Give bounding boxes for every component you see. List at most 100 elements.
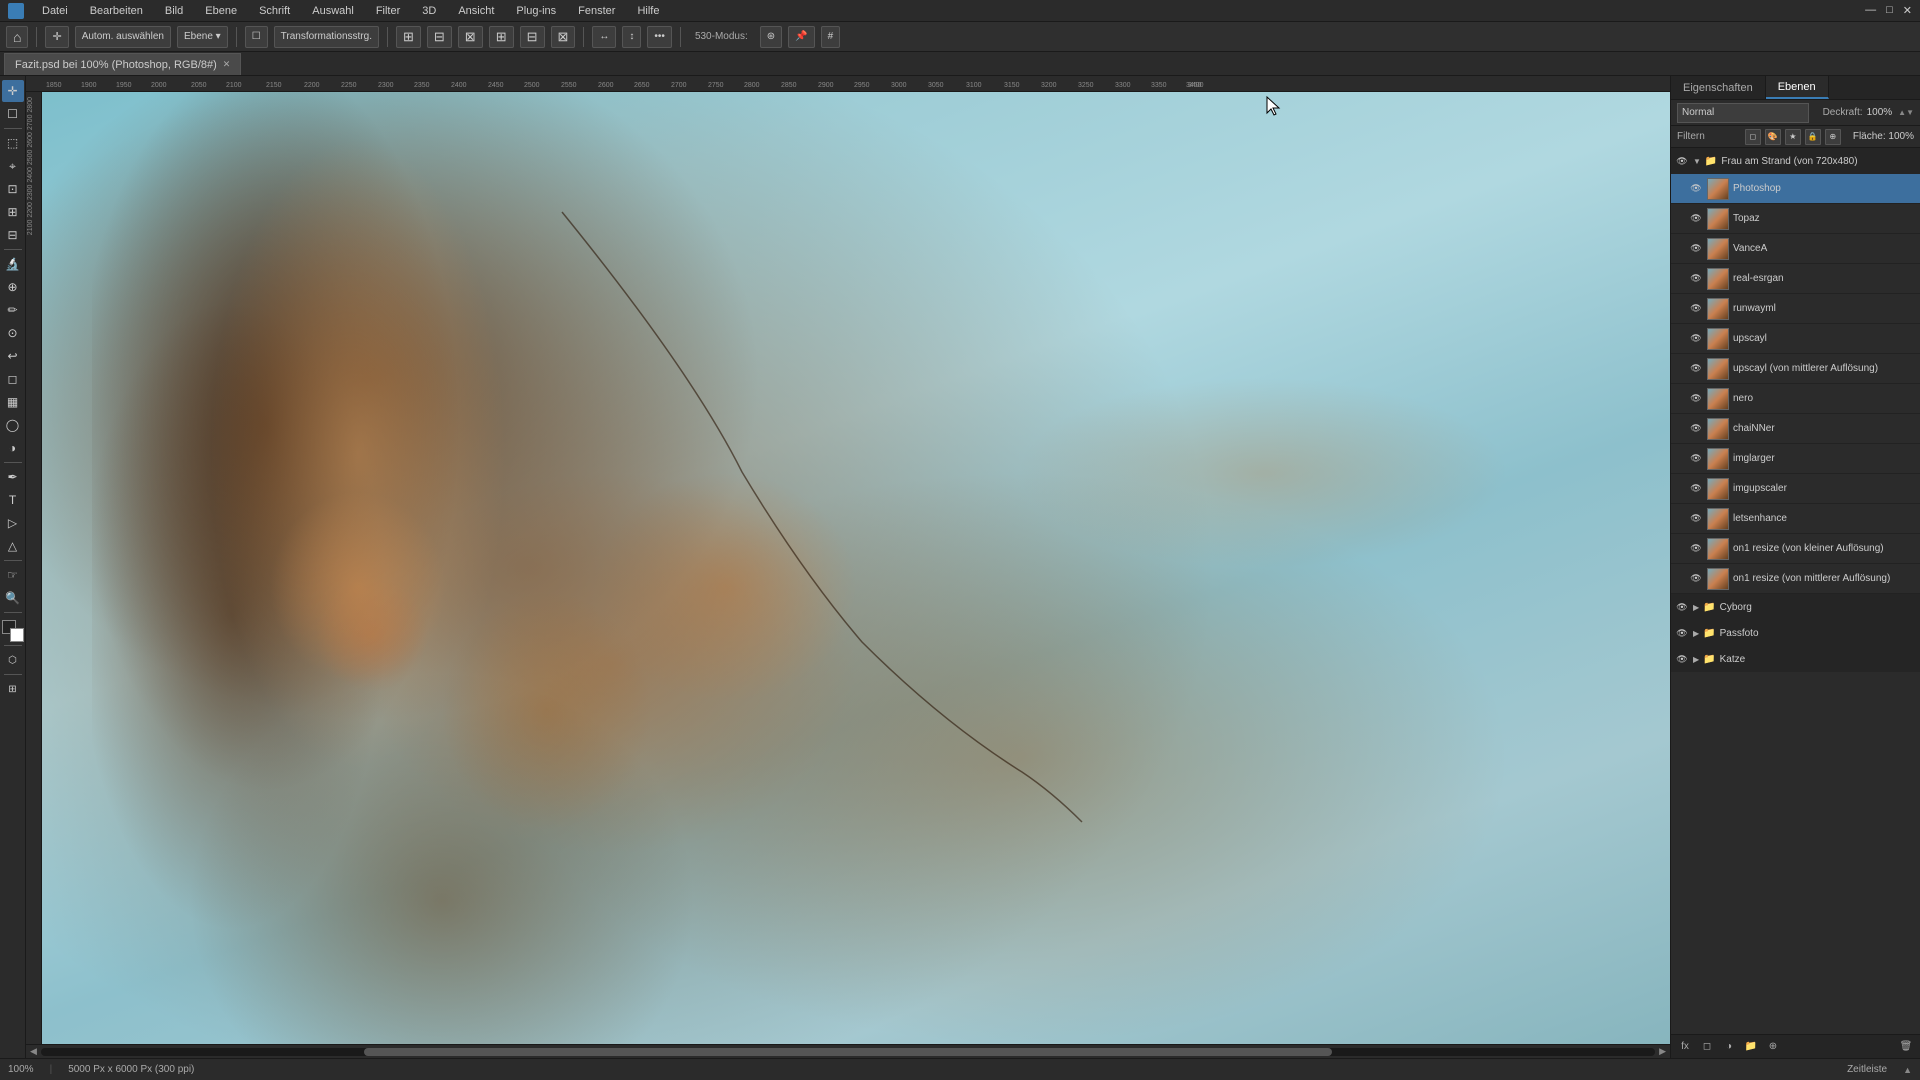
align-top-btn[interactable]: ⊞	[489, 26, 514, 48]
hand-tool[interactable]: ☞	[2, 564, 24, 586]
layer-delete-btn[interactable]: 🗑	[1896, 1038, 1916, 1056]
history-brush-tool[interactable]: ↩	[2, 345, 24, 367]
shape-tool[interactable]: △	[2, 535, 24, 557]
menu-datei[interactable]: Datei	[38, 3, 72, 19]
dodge-tool[interactable]: ◑	[2, 437, 24, 459]
zoom-tool[interactable]: 🔍	[2, 587, 24, 609]
crop-tool[interactable]: ⊞	[2, 201, 24, 223]
layer-vis-passfoto[interactable]: 👁	[1675, 626, 1689, 640]
menu-bild[interactable]: Bild	[161, 3, 187, 19]
group-frau-am-strand[interactable]: 👁 ▼ 📁 Frau am Strand (von 720x480)	[1671, 148, 1920, 174]
layer-vis-topaz[interactable]: 👁	[1689, 212, 1703, 226]
auto-select-btn[interactable]: Autom. auswählen	[75, 26, 171, 48]
layer-real-esrgan[interactable]: 👁 real-esrgan	[1671, 264, 1920, 294]
layer-chainNer[interactable]: 👁 chaiNNer	[1671, 414, 1920, 444]
distribute-horiz-btn[interactable]: ↔	[592, 26, 616, 48]
layer-nero[interactable]: 👁 nero	[1671, 384, 1920, 414]
path-select-tool[interactable]: ▷	[2, 512, 24, 534]
home-button[interactable]: ⌂	[6, 26, 28, 48]
timeline-label[interactable]: Zeitleiste	[1847, 1064, 1887, 1075]
menu-plugins[interactable]: Plug-ins	[512, 3, 560, 19]
blend-mode-select[interactable]: Normal	[1677, 103, 1809, 123]
brush-tool[interactable]: ✏	[2, 299, 24, 321]
blur-tool[interactable]: ◯	[2, 414, 24, 436]
group-cyborg[interactable]: 👁 ▶ 📁 Cyborg	[1671, 594, 1920, 620]
maximize-button[interactable]: □	[1882, 2, 1897, 19]
group-arrow-katze[interactable]: ▶	[1693, 655, 1699, 664]
menu-3d[interactable]: 3D	[418, 3, 440, 19]
layer-vis-imgupscaler[interactable]: 👁	[1689, 482, 1703, 496]
layer-runwayml[interactable]: 👁 runwayml	[1671, 294, 1920, 324]
quick-mask-tool[interactable]: ⬡	[2, 649, 24, 671]
document-tab[interactable]: Fazit.psd bei 100% (Photoshop, RGB/8#) ✕	[4, 53, 241, 75]
align-left-btn[interactable]: ⊞	[396, 26, 421, 48]
layer-mask-btn[interactable]: ◻	[1697, 1038, 1717, 1056]
warp-icon[interactable]: ⊛	[760, 26, 782, 48]
pin-icon[interactable]: 📌	[788, 26, 814, 48]
layer-vis-photoshop[interactable]: 👁	[1689, 182, 1703, 196]
canvas-scroll[interactable]	[42, 92, 1670, 1044]
frame-tool[interactable]: ⊟	[2, 224, 24, 246]
filter-effect-btn[interactable]: 🎨	[1765, 129, 1781, 145]
layer-letsenhance[interactable]: 👁 letsenhance	[1671, 504, 1920, 534]
scroll-left-arrow[interactable]: ◀	[30, 1046, 37, 1057]
h-scroll-thumb[interactable]	[364, 1048, 1332, 1056]
layers-list[interactable]: 👁 ▼ 📁 Frau am Strand (von 720x480) 👁 Pho…	[1671, 148, 1920, 1034]
layer-upscayl[interactable]: 👁 upscayl	[1671, 324, 1920, 354]
layer-upscayl-mittlerer[interactable]: 👁 upscayl (von mittlerer Auflösung)	[1671, 354, 1920, 384]
background-color[interactable]	[10, 628, 24, 642]
layer-topaz[interactable]: 👁 Topaz	[1671, 204, 1920, 234]
object-select-tool[interactable]: ⊡	[2, 178, 24, 200]
menu-bearbeiten[interactable]: Bearbeiten	[86, 3, 147, 19]
layer-vis-katze[interactable]: 👁	[1675, 652, 1689, 666]
transform-btn[interactable]: ☐	[245, 26, 268, 48]
text-tool[interactable]: T	[2, 489, 24, 511]
layer-vis-upscayl[interactable]: 👁	[1689, 332, 1703, 346]
pen-tool[interactable]: ✒	[2, 466, 24, 488]
minimize-button[interactable]: —	[1861, 2, 1880, 19]
align-right-btn[interactable]: ⊠	[458, 26, 483, 48]
lasso-tool[interactable]: ⌖	[2, 155, 24, 177]
menu-fenster[interactable]: Fenster	[574, 3, 619, 19]
menu-ebene[interactable]: Ebene	[201, 3, 241, 19]
align-center-btn[interactable]: ⊟	[427, 26, 452, 48]
layer-dropdown-btn[interactable]: Ebene ▾	[177, 26, 228, 48]
gradient-tool[interactable]: ▦	[2, 391, 24, 413]
artboard-tool[interactable]: ☐	[2, 103, 24, 125]
layer-vis-on1-klein[interactable]: 👁	[1689, 542, 1703, 556]
filter-mode-btn[interactable]: ★	[1785, 129, 1801, 145]
layer-vis-nero[interactable]: 👁	[1689, 392, 1703, 406]
layer-vis-real-esrgan[interactable]: 👁	[1689, 272, 1703, 286]
filter-type-btn[interactable]: ◻	[1745, 129, 1761, 145]
align-bottom-btn[interactable]: ⊠	[551, 26, 576, 48]
layer-imglarger[interactable]: 👁 imglarger	[1671, 444, 1920, 474]
move-tool[interactable]: ✛	[2, 80, 24, 102]
fg-bg-colors[interactable]	[2, 620, 24, 642]
timeline-expand-icon[interactable]: ▲	[1903, 1065, 1912, 1075]
document-tab-close[interactable]: ✕	[223, 59, 231, 70]
transform-strg-btn[interactable]: Transformationsstrg.	[274, 26, 379, 48]
layer-vis-imglarger[interactable]: 👁	[1689, 452, 1703, 466]
layer-vis-upscayl-mittlerer[interactable]: 👁	[1689, 362, 1703, 376]
stamp-tool[interactable]: ⊙	[2, 322, 24, 344]
healing-tool[interactable]: ⊕	[2, 276, 24, 298]
filter-smart-btn[interactable]: ⊕	[1825, 129, 1841, 145]
move-tool-options[interactable]: ✛	[45, 26, 68, 48]
group-katze[interactable]: 👁 ▶ 📁 Katze	[1671, 646, 1920, 672]
distribute-vert-btn[interactable]: ↕	[622, 26, 641, 48]
layer-vis-runwayml[interactable]: 👁	[1689, 302, 1703, 316]
close-button[interactable]: ✕	[1899, 2, 1916, 19]
grid-icon[interactable]: #	[821, 26, 841, 48]
group-passfoto[interactable]: 👁 ▶ 📁 Passfoto	[1671, 620, 1920, 646]
layers-tab[interactable]: Ebenen	[1766, 76, 1829, 99]
align-middle-btn[interactable]: ⊟	[520, 26, 545, 48]
screen-mode-btn[interactable]: ⊞	[2, 678, 24, 700]
menu-ansicht[interactable]: Ansicht	[454, 3, 498, 19]
opacity-stepper[interactable]: ▲▼	[1898, 108, 1914, 117]
layer-group-btn[interactable]: 📁	[1741, 1038, 1761, 1056]
layer-vis-letsenhance[interactable]: 👁	[1689, 512, 1703, 526]
rect-select-tool[interactable]: ⬚	[2, 132, 24, 154]
properties-tab[interactable]: Eigenschaften	[1671, 76, 1766, 99]
eyedropper-tool[interactable]: 🔬	[2, 253, 24, 275]
layer-vis-chainNer[interactable]: 👁	[1689, 422, 1703, 436]
